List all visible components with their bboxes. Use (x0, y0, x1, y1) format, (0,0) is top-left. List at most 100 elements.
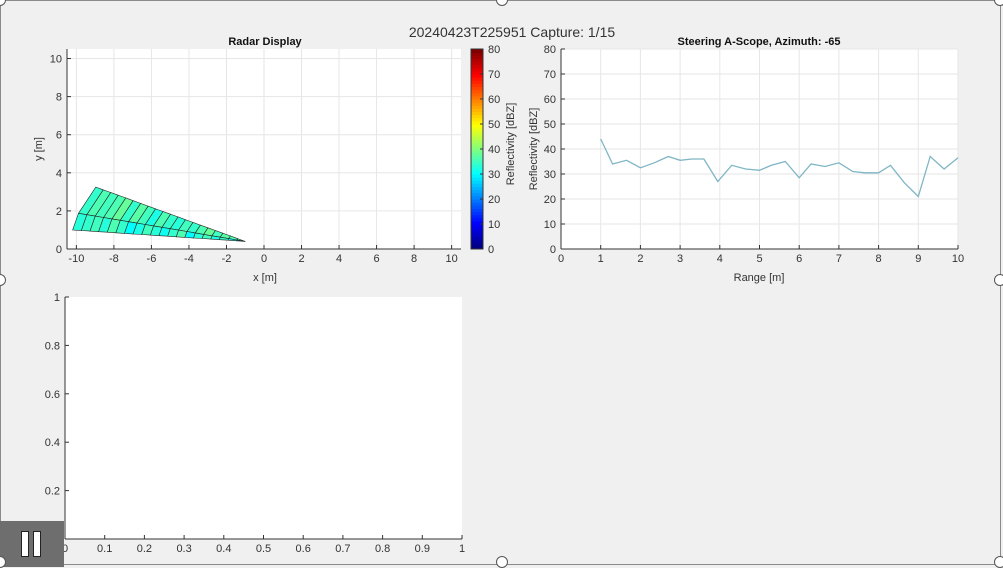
empty-xtick-label: 0.5 (256, 543, 271, 555)
radar-ytick-label: 0 (56, 244, 62, 256)
colorbar-segment (471, 127, 483, 131)
pause-button[interactable] (0, 521, 64, 567)
colorbar-segment (471, 236, 483, 241)
radar-ytick-label: 2 (56, 206, 62, 218)
colorbar-segment (471, 139, 483, 144)
radar-xtick-label: 2 (298, 253, 304, 265)
colorbar-label: Reflectivity [dBZ] (505, 103, 517, 186)
radar-display-axes: x [m] y [m] Reflectivity [dBZ] -10 -8 -6 -4… (33, 36, 517, 284)
colorbar-segment (471, 124, 483, 128)
empty-ytick-label: 0.8 (45, 340, 60, 352)
a-scope-xtick-label: 2 (637, 253, 643, 265)
colorbar-segment (471, 180, 483, 184)
colorbar-segment (471, 174, 483, 178)
colorbar-segment (471, 111, 483, 116)
empty-xtick-label: 0.7 (335, 543, 350, 555)
colorbar-segment (471, 99, 483, 103)
colorbar-segment (471, 205, 483, 209)
colorbar-segment (471, 55, 483, 59)
colorbar-segment (471, 49, 483, 53)
a-scope-xtick-label: 10 (952, 253, 964, 265)
pause-icon (21, 531, 29, 557)
resize-handle[interactable] (994, 556, 1003, 568)
radar-xtick-label: 10 (445, 253, 457, 265)
radar-ytick-label: 4 (56, 168, 62, 180)
colorbar-segment (471, 217, 483, 222)
colorbar-segment (471, 61, 483, 66)
a-scope-ytick-label: 50 (544, 119, 556, 131)
colorbar-segment (471, 142, 483, 147)
empty-xtick-label: 0.6 (296, 543, 311, 555)
colorbar-segment (471, 155, 483, 159)
colorbar-segment (471, 214, 483, 219)
a-scope-ytick-label: 40 (544, 144, 556, 156)
a-scope-ytick-label: 60 (544, 94, 556, 106)
colorbar-segment (471, 242, 483, 247)
a-scope-xtick-label: 4 (717, 253, 723, 265)
a-scope-ytick-label: 80 (544, 44, 556, 56)
colorbar-segment (471, 58, 483, 62)
colorbar-tick-label: 70 (488, 69, 500, 81)
radar-title: Radar Display (228, 36, 302, 48)
colorbar-segment (471, 224, 483, 228)
colorbar-segment (471, 74, 483, 78)
a-scope-xtick-label: 0 (558, 253, 564, 265)
a-scope-xtick-label: 3 (677, 253, 683, 265)
colorbar-segment (471, 161, 483, 166)
a-scope-axes: 0 1 2 3 4 5 6 7 8 9 10 0 10 20 30 40 50 60 70 80 Steering A-… (528, 36, 964, 284)
a-scope-xtick-label: 1 (598, 253, 604, 265)
pause-icon-bar (33, 531, 41, 557)
colorbar-segment (471, 192, 483, 197)
colorbar-segment (471, 117, 483, 122)
colorbar-segment (471, 86, 483, 91)
radar-xtick-label: -10 (68, 253, 84, 265)
resize-handle[interactable] (496, 556, 508, 568)
colorbar-tick-label: 10 (488, 219, 500, 231)
colorbar-segment (471, 136, 483, 141)
a-scope-ytick-label: 70 (544, 69, 556, 81)
radar-xtick-label: -4 (184, 253, 194, 265)
radar-xtick-label: 6 (374, 253, 380, 265)
radar-xtick-label: -2 (222, 253, 232, 265)
colorbar-segment (471, 199, 483, 203)
colorbar-tick-label: 30 (488, 169, 500, 181)
a-scope-ytick-label: 20 (544, 194, 556, 206)
resize-handle[interactable] (994, 274, 1003, 286)
empty-ytick-label: 1 (54, 292, 60, 304)
empty-xtick-label: 0.2 (137, 543, 152, 555)
colorbar-segment (471, 158, 483, 162)
radar-ytick-label: 6 (56, 130, 62, 142)
colorbar-segment (471, 89, 483, 94)
a-scope-xtick-label: 6 (796, 253, 802, 265)
colorbar-segment (471, 227, 483, 231)
radar-ytick-label: 8 (56, 92, 62, 104)
colorbar-segment (471, 183, 483, 187)
empty-xtick-label: 1 (459, 543, 465, 555)
colorbar-segment (471, 230, 483, 234)
a-scope-ylabel: Reflectivity [dBZ] (528, 108, 540, 191)
colorbar-segment (471, 105, 483, 109)
empty-plot-area (65, 297, 462, 539)
empty-ytick-label: 0.6 (45, 389, 60, 401)
a-scope-xtick-label: 8 (876, 253, 882, 265)
colorbar-segment (471, 102, 483, 106)
colorbar-segment (471, 114, 483, 119)
colorbar-tick-label: 60 (488, 94, 500, 106)
empty-ytick-label: 0.2 (45, 486, 60, 498)
radar-xtick-label: -6 (147, 253, 157, 265)
colorbar-segment (471, 186, 483, 191)
colorbar-segment (471, 80, 483, 84)
a-scope-xlabel: Range [m] (734, 272, 785, 284)
colorbar-segment (471, 108, 483, 112)
colorbar-segment (471, 133, 483, 137)
empty-xtick-label: 0.3 (176, 543, 191, 555)
empty-xtick-label: 0.8 (375, 543, 390, 555)
colorbar-segment (471, 77, 483, 81)
colorbar-tick-label: 80 (488, 44, 500, 56)
colorbar-segment (471, 130, 483, 134)
a-scope-xtick-label: 5 (756, 253, 762, 265)
colorbar-segment (471, 64, 483, 69)
a-scope-xtick-label: 7 (836, 253, 842, 265)
a-scope-ytick-label: 0 (550, 244, 556, 256)
radar-xtick-label: 4 (336, 253, 342, 265)
